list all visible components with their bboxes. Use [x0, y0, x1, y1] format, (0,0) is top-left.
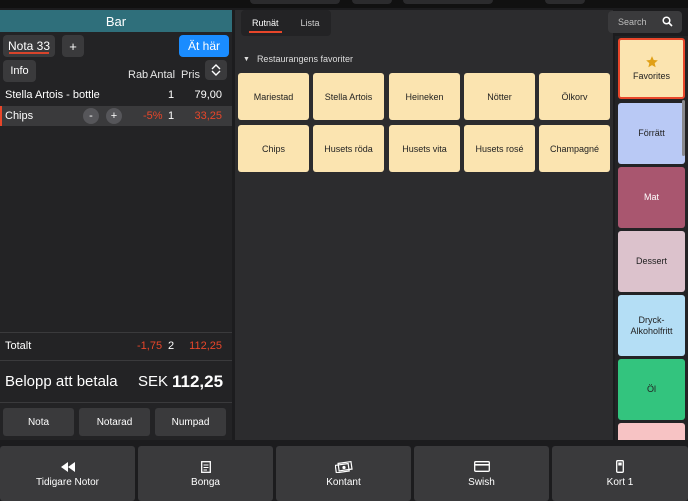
total-label: Totalt: [5, 340, 32, 352]
category-column: Favorites Förrätt Mat Dessert Dryck- Alk…: [615, 36, 688, 440]
receipt-icon: [200, 460, 211, 474]
order-row[interactable]: Stella Artois - bottle 1 79,00: [0, 85, 232, 105]
product-tile[interactable]: Nötter: [464, 73, 535, 120]
top-tab-stub: [250, 0, 340, 4]
item-discount: -5%: [143, 110, 163, 122]
item-qty: 1: [168, 89, 175, 101]
notarad-button[interactable]: Notarad: [79, 408, 150, 436]
button-label: Tidigare Notor: [36, 476, 99, 488]
button-label: Kontant: [326, 476, 361, 488]
card-icon: [473, 460, 490, 474]
cash-button[interactable]: Kontant: [276, 446, 411, 501]
currency: SEK: [138, 373, 169, 390]
divider: [0, 332, 232, 333]
total-qty: 2: [168, 340, 175, 352]
button-label: Swish: [468, 476, 495, 488]
column-price: Pris: [181, 69, 200, 81]
amount-due-value: 112,25: [172, 372, 224, 391]
category-header[interactable]: ▼ Restaurangens favoriter: [243, 54, 353, 64]
order-row-selected[interactable]: Chips - + -5% 1 33,25: [0, 106, 232, 126]
chevron-updown-icon: [211, 64, 221, 76]
bonga-button[interactable]: Bonga: [138, 446, 273, 501]
item-price: 79,00: [194, 89, 222, 101]
category-ol[interactable]: Öl: [618, 359, 685, 420]
sort-button[interactable]: [205, 60, 227, 80]
swish-button[interactable]: Swish: [414, 446, 549, 501]
top-strip: [0, 0, 688, 8]
button-label: Kort 1: [606, 476, 634, 488]
total-amount: 112,25: [189, 340, 222, 352]
item-price: 33,25: [194, 110, 222, 122]
action-bar: Tidigare Notor Bonga Kontant Swish Kort …: [0, 443, 688, 501]
item-name: Chips: [5, 110, 34, 122]
search-placeholder: Search: [618, 17, 647, 27]
category-mat[interactable]: Mat: [618, 167, 685, 228]
product-tile[interactable]: Ölkorv: [539, 73, 610, 120]
top-tab-stub: [545, 0, 585, 4]
rewind-icon: [60, 460, 75, 474]
product-tile[interactable]: Stella Artois: [313, 73, 384, 120]
decrease-qty-button[interactable]: -: [83, 108, 99, 124]
card-1-button[interactable]: Kort 1: [552, 446, 688, 501]
category-forratt[interactable]: Förrätt: [618, 103, 685, 164]
category-label: Dryck- Alkoholfritt: [630, 314, 673, 336]
column-qty: Antal: [150, 69, 176, 81]
amount-due-label: Belopp att betala: [5, 373, 118, 390]
increase-qty-button[interactable]: +: [106, 108, 122, 124]
divider: [0, 360, 232, 361]
search-box[interactable]: Search: [608, 11, 682, 33]
category-scrollbar[interactable]: [682, 100, 685, 156]
category-label: Förrätt: [638, 128, 665, 138]
category-label: Dessert: [635, 256, 667, 266]
product-tile[interactable]: Chips: [238, 125, 309, 172]
button-label: Bonga: [191, 476, 220, 488]
category-dessert[interactable]: Dessert: [618, 231, 685, 292]
category-label: Favorites: [632, 71, 670, 81]
eat-here-button[interactable]: Ät här: [179, 35, 229, 57]
product-panel: Rutnät Lista ▼ Restaurangens favoriter M…: [235, 10, 613, 440]
top-tab-stub: [403, 0, 493, 4]
category-dryck-alkoholfritt[interactable]: Dryck- Alkoholfritt: [618, 295, 685, 356]
category-label: Öl: [647, 384, 656, 394]
info-button[interactable]: Info: [3, 60, 36, 82]
cash-icon: [334, 460, 353, 474]
column-discount: Rab: [128, 69, 149, 81]
numpad-button[interactable]: Numpad: [155, 408, 226, 436]
total-row: Totalt -1,75 2 112,25: [0, 337, 232, 357]
amount-due: Belopp att betala SEK 112,25: [0, 370, 232, 400]
nota-button[interactable]: Nota: [3, 408, 74, 436]
card-terminal-icon: [616, 460, 624, 474]
top-tab-stub: [352, 0, 392, 4]
product-tile[interactable]: Heineken: [389, 73, 460, 120]
tab-grid[interactable]: Rutnät: [241, 10, 290, 36]
item-name: Stella Artois - bottle: [5, 89, 100, 101]
tab-list[interactable]: Lista: [290, 10, 331, 36]
previous-notes-button[interactable]: Tidigare Notor: [0, 446, 135, 501]
order-panel: Bar Nota 33 + Ät här Info Rab Antal Pris…: [0, 10, 232, 440]
divider: [0, 402, 232, 403]
category-next[interactable]: [618, 423, 685, 440]
location-header: Bar: [0, 10, 232, 32]
view-tabs: Rutnät Lista: [241, 10, 331, 36]
collapse-triangle-icon: ▼: [243, 55, 250, 63]
product-tile[interactable]: Husets vita: [389, 125, 460, 172]
category-favorites[interactable]: Favorites: [618, 38, 685, 99]
item-qty: 1: [168, 110, 175, 122]
category-label: Mat: [643, 192, 659, 202]
product-tile[interactable]: Husets röda: [313, 125, 384, 172]
star-icon: [645, 56, 658, 68]
product-tile[interactable]: Mariestad: [238, 73, 309, 120]
product-tile[interactable]: Champagné: [539, 125, 610, 172]
product-tile[interactable]: Husets rosé: [464, 125, 535, 172]
note-tab[interactable]: Nota 33: [3, 35, 55, 57]
total-discount: -1,75: [137, 340, 163, 352]
category-title: Restaurangens favoriter: [256, 54, 353, 64]
add-note-button[interactable]: +: [62, 35, 84, 57]
search-icon: [662, 16, 673, 27]
